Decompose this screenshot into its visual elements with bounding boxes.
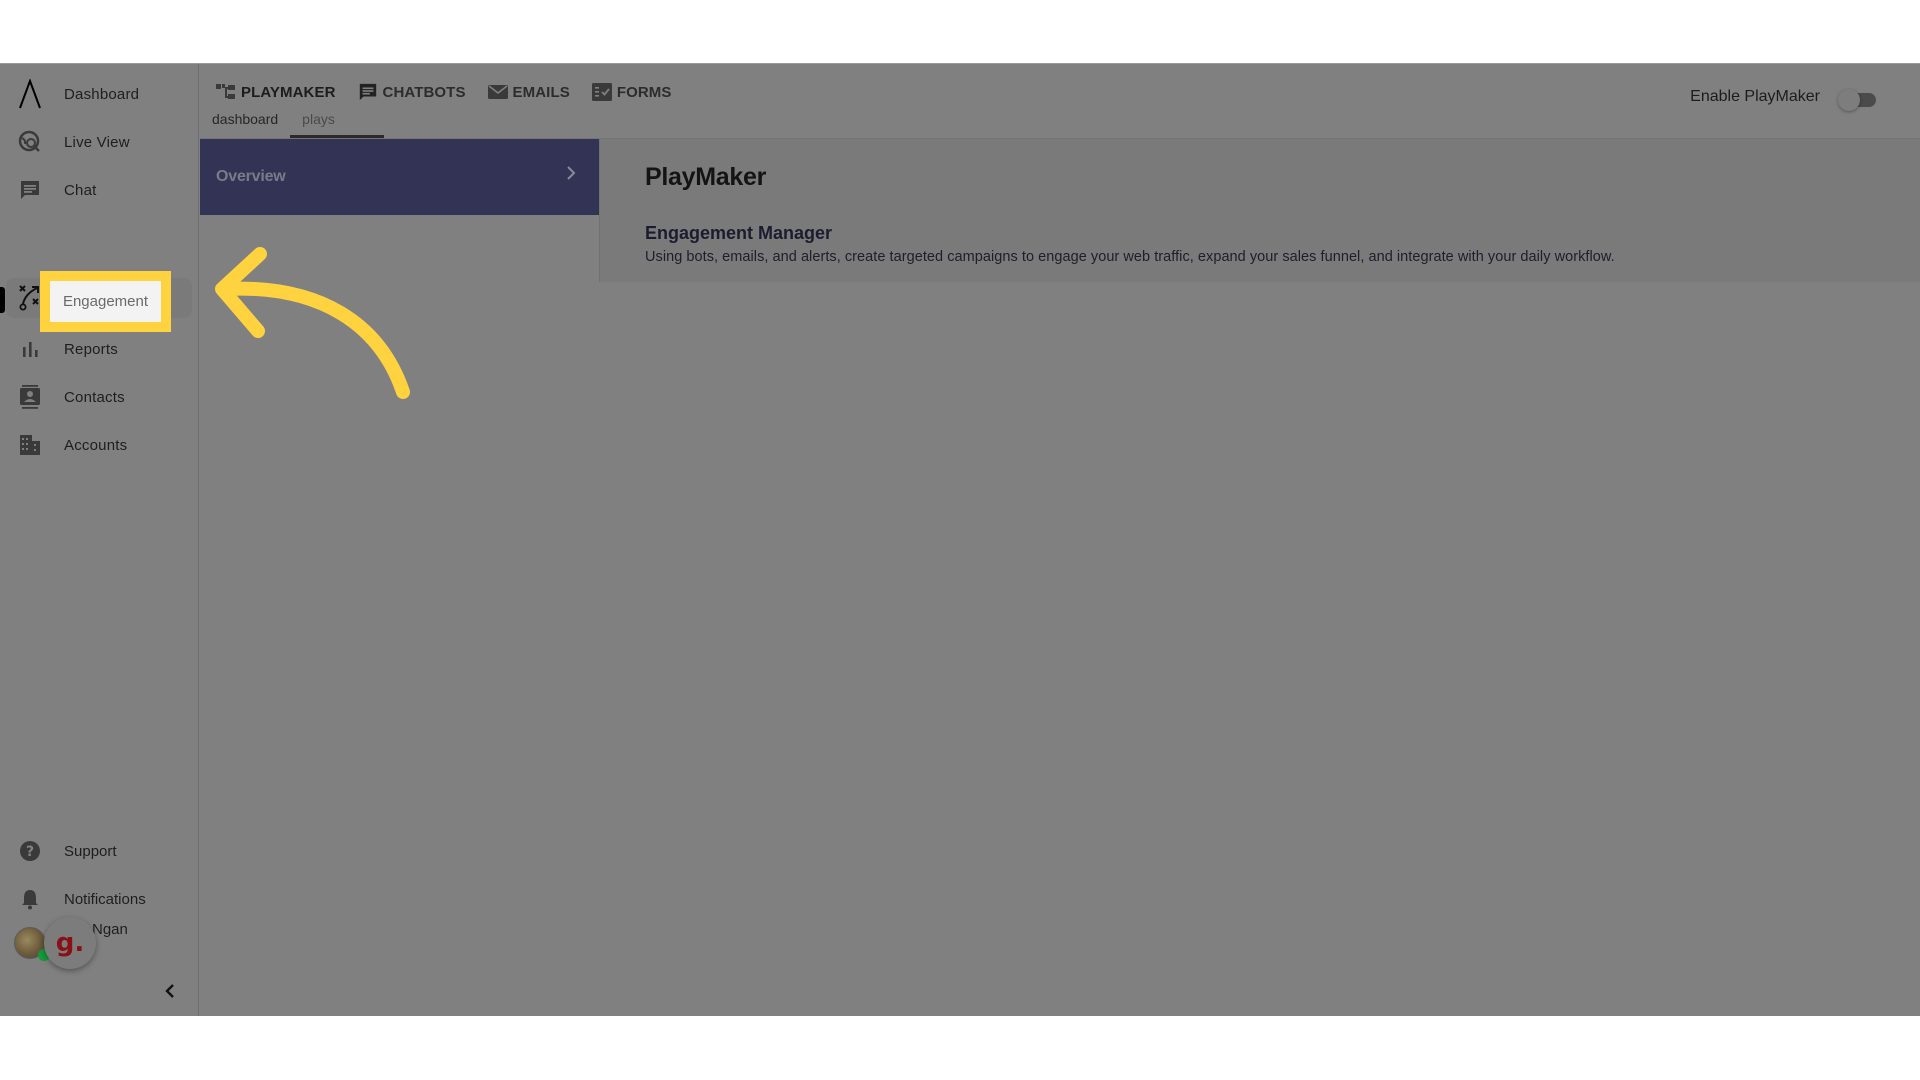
user-name: Ngan [92, 921, 128, 938]
chevron-left-icon [165, 984, 174, 998]
section-description: Using bots, emails, and alerts, create t… [645, 249, 1615, 265]
toggle-thumb [1838, 89, 1860, 111]
engagement-highlight-box[interactable]: Engagement [40, 271, 171, 332]
sidebar-item-label: Chat [64, 181, 97, 199]
help-circle-icon: ? [17, 838, 43, 864]
tab-label: EMAILS [512, 83, 570, 101]
enable-playmaker-toggle[interactable] [1838, 89, 1878, 111]
sidebar-item-dashboard[interactable]: Dashboard [0, 74, 199, 114]
sidebar-item-label: Dashboard [64, 85, 140, 103]
tab-emails[interactable]: EMAILS [487, 82, 570, 102]
sidebar-item-notifications[interactable]: Notifications [0, 879, 199, 919]
page-title: PlayMaker [645, 163, 766, 191]
enable-playmaker-label: Enable PlayMaker [1690, 88, 1820, 105]
sidebar-item-live-view[interactable]: Live View [0, 122, 199, 162]
tab-forms[interactable]: FORMS [591, 82, 672, 102]
sidebar-item-support[interactable]: ? Support [0, 831, 199, 871]
sidebar-item-chat[interactable]: Chat [0, 170, 199, 210]
sidebar-item-label: Accounts [64, 436, 128, 454]
sub-tabs: dashboard plays [212, 111, 385, 138]
svg-text:?: ? [26, 844, 34, 860]
contact-card-icon [17, 384, 43, 410]
subtab-dashboard[interactable]: dashboard [212, 111, 290, 138]
bell-icon [17, 886, 43, 912]
tab-label: FORMS [616, 83, 672, 101]
building-icon [17, 432, 43, 458]
user-profile[interactable]: Ngan g. [12, 917, 192, 971]
logo-caret-icon [17, 79, 43, 109]
active-indicator [0, 287, 5, 313]
overview-menu-item[interactable]: Overview [200, 139, 599, 215]
sidebar: Dashboard Live View Chat Engagement Rep [0, 64, 199, 1016]
envelope-icon [487, 85, 508, 99]
sidebar-item-label: Reports [64, 340, 118, 358]
bar-chart-icon [17, 336, 43, 362]
app-window: Dashboard Live View Chat Engagement Rep [0, 63, 1920, 1016]
sidebar-item-accounts[interactable]: Accounts [0, 425, 199, 465]
globe-search-icon [17, 129, 43, 155]
tree-icon [216, 84, 235, 99]
sidebar-item-label: Live View [64, 133, 130, 151]
sidebar-item-label: Notifications [64, 890, 146, 908]
tab-chatbots[interactable]: CHATBOTS [358, 82, 466, 102]
section-subtitle: Engagement Manager [645, 223, 833, 243]
form-check-icon [591, 83, 612, 101]
sidebar-item-label: Contacts [64, 388, 125, 406]
sidebar-item-reports[interactable]: Reports [0, 329, 199, 369]
playmaker-info-card: PlayMaker Engagement Manager Using bots,… [599, 139, 1920, 282]
g-badge-icon[interactable]: g. [44, 917, 96, 969]
chat-bubble-icon [359, 83, 376, 101]
sidebar-item-label: Support [64, 842, 117, 860]
tab-label: CHATBOTS [382, 83, 466, 101]
highlight-label: Engagement [62, 293, 149, 310]
tab-playmaker[interactable]: PLAYMAKER [216, 82, 336, 102]
collapse-sidebar-button[interactable] [160, 981, 180, 1001]
sidebar-item-contacts[interactable]: Contacts [0, 377, 199, 417]
chat-bubble-icon [17, 177, 43, 203]
top-nav: PLAYMAKER CHATBOTS EMAILS FORMS [216, 82, 672, 102]
overview-label: Overview [216, 168, 286, 185]
chevron-right-icon [567, 166, 576, 180]
tab-label: PLAYMAKER [241, 83, 336, 101]
subtab-plays[interactable]: plays [290, 111, 385, 138]
main-area: PLAYMAKER CHATBOTS EMAILS FORMS dashboar… [200, 64, 1920, 1016]
